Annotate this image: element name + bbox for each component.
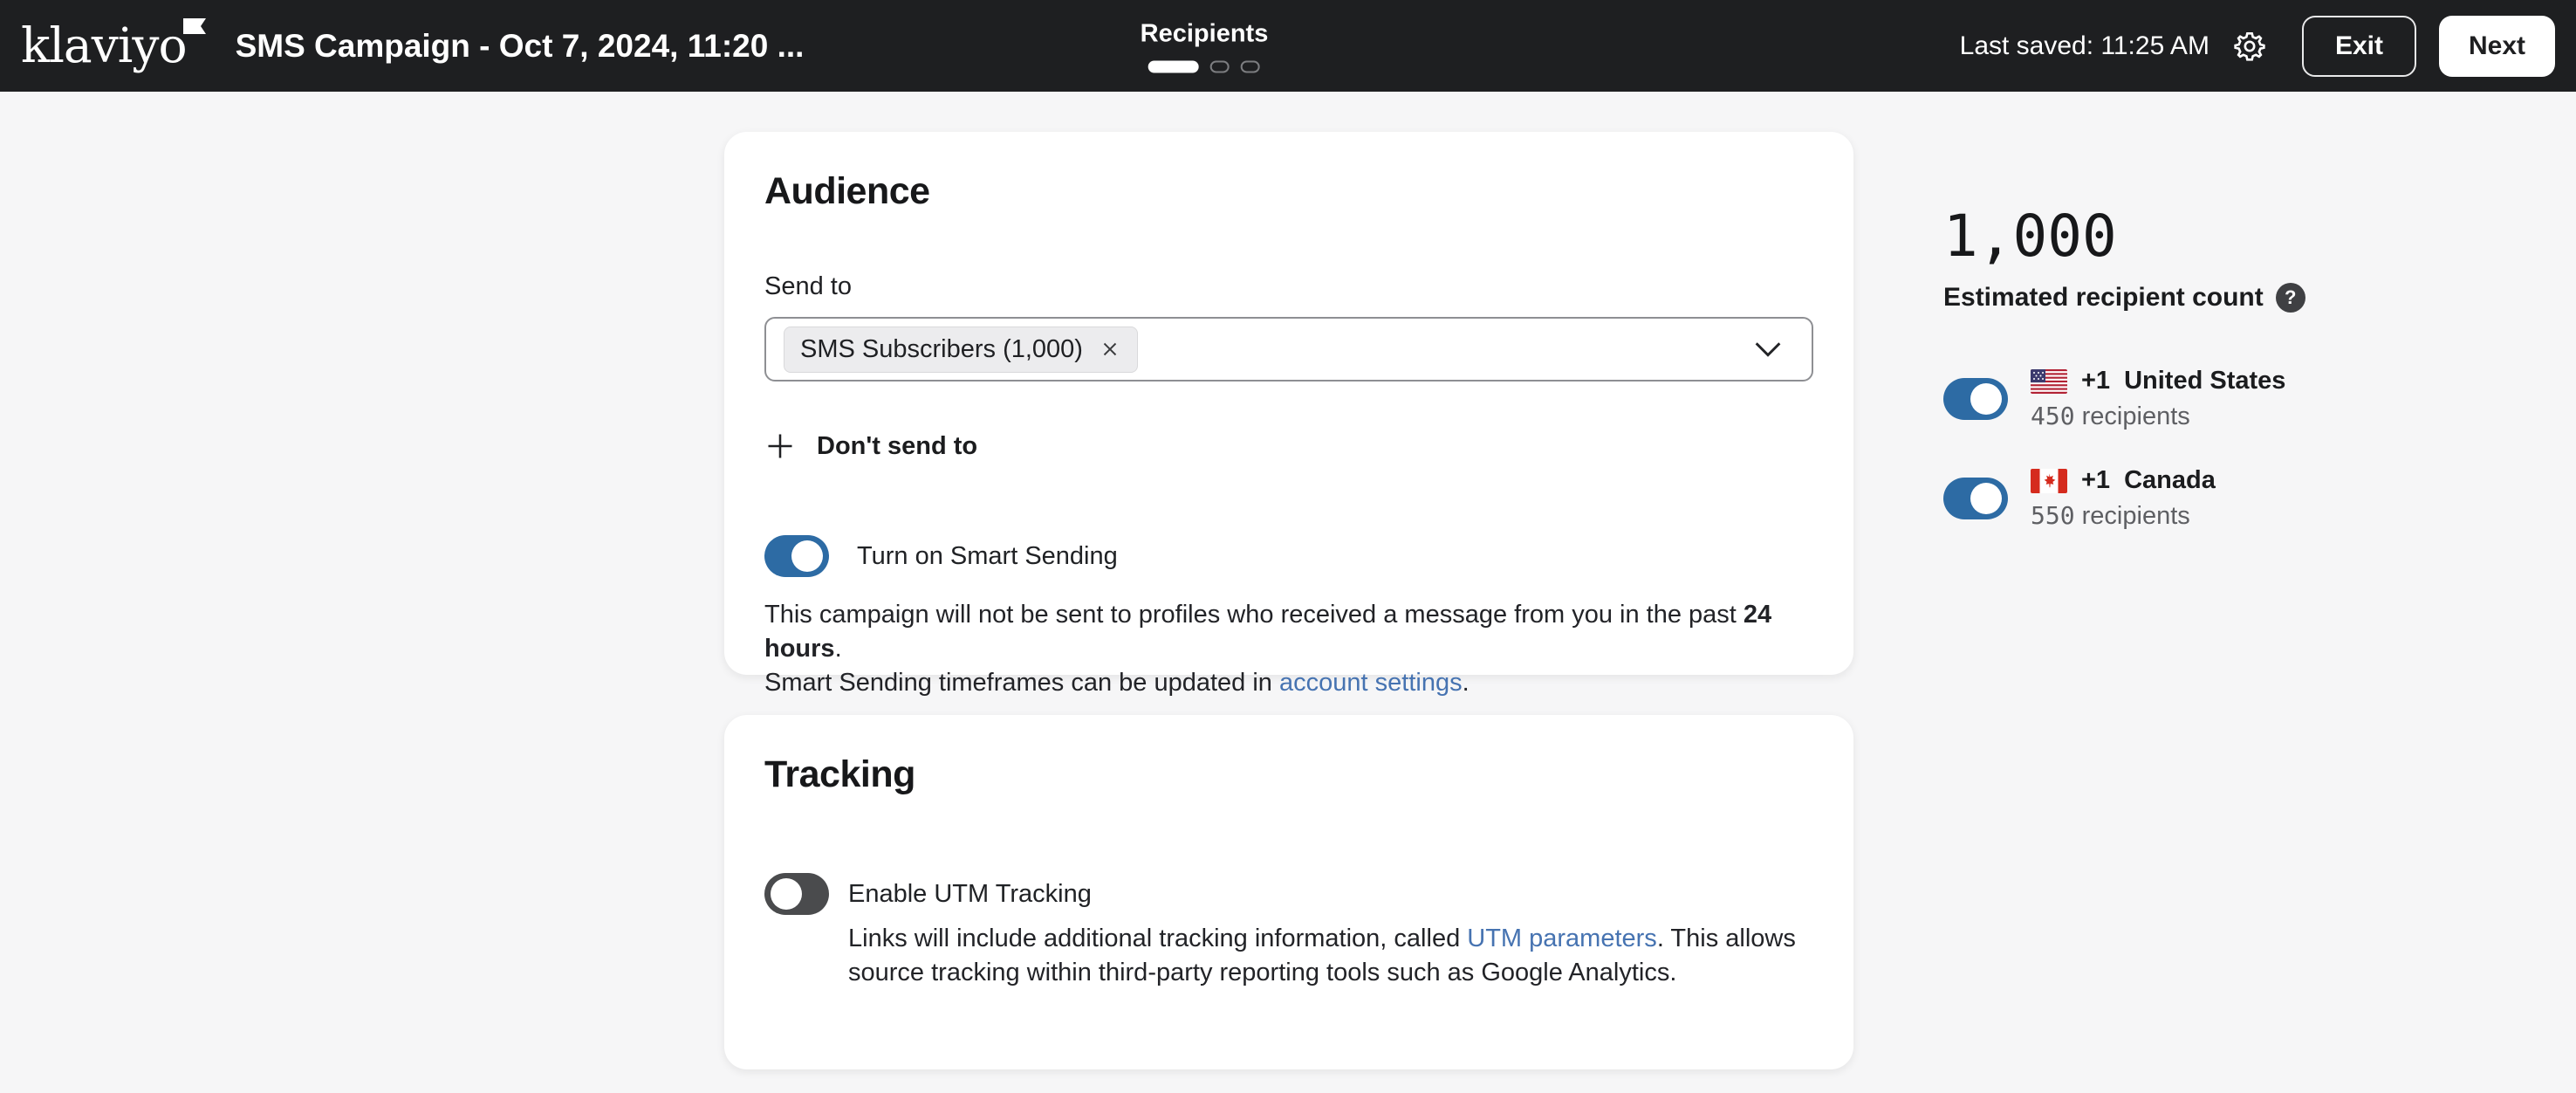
- smart-sending-toggle[interactable]: [764, 535, 829, 577]
- audience-heading: Audience: [764, 170, 1813, 213]
- estimated-recipient-count: 1,000: [1943, 208, 2537, 265]
- send-to-label: Send to: [764, 272, 1813, 301]
- utm-tracking-description: Links will include additional tracking i…: [848, 922, 1799, 990]
- next-button[interactable]: Next: [2439, 16, 2555, 77]
- top-bar-actions: Last saved: 11:25 AM Exit Next: [1960, 16, 2555, 77]
- country-recipients: 450 recipients: [2031, 402, 2285, 431]
- chevron-down-icon: [1754, 340, 1782, 358]
- klaviyo-flag-icon: [183, 18, 206, 34]
- dont-send-to-button[interactable]: Don't send to: [764, 430, 1813, 462]
- gear-icon[interactable]: [2232, 29, 2267, 64]
- dont-send-to-label: Don't send to: [817, 432, 977, 461]
- klaviyo-wordmark: klaviyo: [21, 17, 187, 73]
- country-recipients: 550 recipients: [2031, 501, 2216, 531]
- question-mark-icon[interactable]: ?: [2276, 283, 2305, 313]
- country-name-line: +1 United States: [2031, 367, 2285, 395]
- smart-sending-label: Turn on Smart Sending: [857, 542, 1118, 571]
- send-to-select[interactable]: SMS Subscribers (1,000): [764, 317, 1813, 382]
- utm-tracking-label: Enable UTM Tracking: [848, 873, 1799, 915]
- recipient-summary-panel: 1,000 Estimated recipient count ?: [1943, 208, 2537, 531]
- account-settings-link[interactable]: account settings: [1279, 669, 1463, 697]
- united-states-toggle[interactable]: [1943, 378, 2008, 420]
- utm-parameters-link[interactable]: UTM parameters: [1467, 925, 1657, 952]
- tracking-card: Tracking Enable UTM Tracking Links will …: [724, 715, 1853, 1069]
- toggle-knob: [1970, 483, 2002, 514]
- smart-sending-description-line-2: Smart Sending timeframes can be updated …: [764, 666, 1813, 700]
- campaign-title: SMS Campaign - Oct 7, 2024, 11:20 ...: [236, 28, 805, 65]
- progress-pills: [1141, 60, 1269, 72]
- exit-button[interactable]: Exit: [2302, 16, 2416, 77]
- recipient-count-label: Estimated recipient count: [1943, 283, 2264, 313]
- last-saved-text: Last saved: 11:25 AM: [1960, 31, 2209, 61]
- dial-code: +1: [2081, 466, 2110, 495]
- country-name-line: +1 Canada: [2031, 466, 2216, 495]
- recipient-count-label-row: Estimated recipient count ?: [1943, 283, 2537, 313]
- country-name: United States: [2124, 367, 2285, 395]
- utm-tracking-toggle[interactable]: [764, 873, 829, 915]
- canada-toggle[interactable]: [1943, 478, 2008, 519]
- dial-code: +1: [2081, 367, 2110, 395]
- sms-campaign-editor: klaviyo SMS Campaign - Oct 7, 2024, 11:2…: [0, 0, 2576, 1093]
- ca-flag-icon: [2031, 469, 2067, 493]
- toggle-knob: [1970, 383, 2002, 415]
- smart-sending-description-line-1: This campaign will not be sent to profil…: [764, 598, 1813, 666]
- remove-segment-icon[interactable]: [1099, 338, 1121, 361]
- country-row-united-states: +1 United States 450 recipients: [1943, 367, 2537, 431]
- smart-sending-description: This campaign will not be sent to profil…: [764, 598, 1813, 700]
- us-flag-icon: [2031, 369, 2067, 394]
- utm-tracking-text: Enable UTM Tracking Links will include a…: [848, 873, 1799, 990]
- country-row-canada: +1 Canada 550 recipients: [1943, 466, 2537, 531]
- plus-icon: [764, 430, 796, 462]
- country-info: +1 United States 450 recipients: [2031, 367, 2285, 431]
- progress-step-2: [1210, 60, 1230, 72]
- toggle-knob: [791, 540, 823, 572]
- top-bar: klaviyo SMS Campaign - Oct 7, 2024, 11:2…: [0, 0, 2576, 92]
- country-name: Canada: [2124, 466, 2216, 495]
- klaviyo-logo[interactable]: klaviyo: [21, 22, 187, 70]
- tracking-heading: Tracking: [764, 753, 1813, 796]
- country-info: +1 Canada 550 recipients: [2031, 466, 2216, 531]
- segment-chip: SMS Subscribers (1,000): [784, 327, 1138, 373]
- progress-step-1-active: [1148, 60, 1199, 72]
- smart-sending-row: Turn on Smart Sending: [764, 535, 1813, 577]
- progress-step-3: [1241, 60, 1260, 72]
- step-label: Recipients: [1141, 19, 1269, 48]
- utm-tracking-row: Enable UTM Tracking Links will include a…: [764, 873, 1813, 990]
- audience-card: Audience Send to SMS Subscribers (1,000)…: [724, 132, 1853, 675]
- toggle-knob: [771, 878, 802, 910]
- segment-chip-label: SMS Subscribers (1,000): [800, 335, 1083, 364]
- step-indicator: Recipients: [1141, 19, 1269, 72]
